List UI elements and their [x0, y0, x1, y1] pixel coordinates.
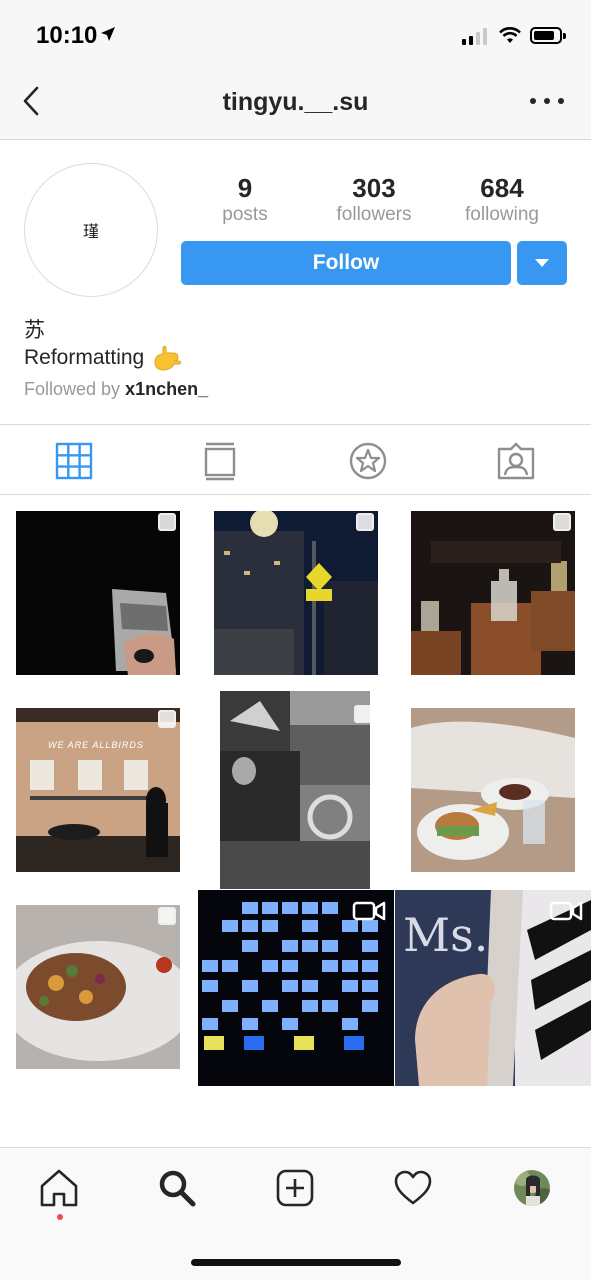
post-3-bottles[interactable] [411, 511, 575, 675]
post-1-dark-photo[interactable] [16, 511, 180, 675]
followed-by-prefix: Followed by [24, 379, 126, 399]
followed-by-username[interactable]: x1nchen_ [125, 379, 208, 399]
followers-number: 303 [352, 173, 396, 203]
home-icon[interactable] [39, 1168, 79, 1208]
more-options-icon[interactable] [530, 91, 564, 111]
following-number: 684 [480, 173, 524, 203]
feed-view-icon[interactable] [200, 441, 240, 481]
call-me-hand-emoji-icon [154, 346, 182, 371]
followers-label: followers [336, 204, 412, 225]
profile-avatar[interactable]: 瑾 [24, 163, 158, 297]
profile-username-title: tingyu.__.su [222, 88, 369, 116]
store-sign-text: WE ARE ALLBIRDS [48, 740, 144, 750]
post-6-dinner[interactable] [411, 708, 575, 872]
status-time: 10:10 [36, 22, 98, 49]
post-7-salad[interactable] [16, 905, 180, 1069]
location-arrow-icon [101, 27, 115, 41]
posts-number: 9 [237, 173, 253, 203]
cellular-signal-icon [462, 28, 487, 45]
posts-label: posts [222, 204, 268, 225]
battery-icon [530, 27, 566, 44]
suggested-accounts-dropdown-button[interactable] [517, 241, 567, 285]
profile-tabs [0, 424, 591, 495]
bio-text: Reformatting [24, 346, 145, 369]
home-indicator [191, 1259, 401, 1266]
video-camera-icon [549, 901, 583, 921]
tagged-photos-icon[interactable] [496, 441, 536, 481]
post-5-collage[interactable] [220, 691, 370, 889]
post-8-tv-wall[interactable] [198, 890, 394, 1086]
followers-count[interactable]: 303 followers [319, 173, 429, 227]
followed-by-line[interactable]: Followed by x1nchen_ [24, 379, 208, 400]
profile-avatar-icon[interactable] [512, 1168, 552, 1208]
posts-count[interactable]: 9 posts [190, 173, 300, 227]
profile-bio: Reformatting [24, 344, 182, 372]
post-9-magazine[interactable]: Ms. [395, 890, 591, 1086]
new-post-plus-icon[interactable] [275, 1168, 315, 1208]
follow-button[interactable]: Follow [181, 241, 511, 285]
saved-star-icon[interactable] [348, 441, 388, 481]
nav-bar: tingyu.__.su [0, 66, 591, 140]
video-camera-icon [352, 901, 386, 921]
following-label: following [465, 204, 539, 225]
profile-full-name: 苏 [24, 318, 45, 342]
activity-heart-icon[interactable] [393, 1168, 433, 1208]
status-bar: 10:10 [0, 0, 591, 66]
magazine-cover-text: Ms. [403, 908, 489, 962]
following-count[interactable]: 684 following [447, 173, 557, 227]
avatar-text: 瑾 [82, 222, 99, 241]
grid-view-icon[interactable] [54, 441, 94, 481]
search-icon[interactable] [157, 1168, 197, 1208]
home-notification-dot [57, 1214, 63, 1220]
wifi-icon [499, 27, 521, 43]
post-4-allbirds-store[interactable]: WE ARE ALLBIRDS [16, 708, 180, 872]
post-2-street-night[interactable] [214, 511, 378, 675]
